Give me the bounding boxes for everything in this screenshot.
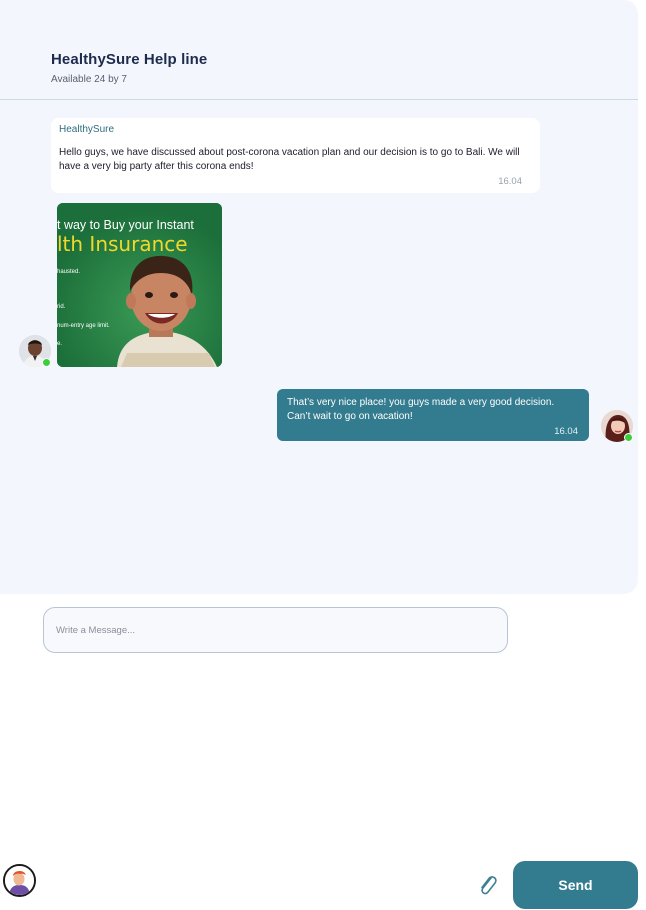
chat-page: HealthySure Help line Available 24 by 7 … (0, 0, 646, 910)
chat-panel: HealthySure Help line Available 24 by 7 … (0, 0, 638, 594)
message-sender: HealthySure (59, 124, 115, 135)
header-divider (0, 99, 638, 100)
message-input[interactable] (43, 607, 508, 653)
message-text: That’s very nice place! you guys made a … (287, 397, 555, 422)
chat-header: HealthySure Help line Available 24 by 7 (51, 51, 207, 85)
ad-bullet-4: e. (57, 341, 62, 347)
current-user-avatar[interactable] (3, 864, 36, 897)
message-time: 16.04 (498, 176, 522, 187)
chat-title: HealthySure Help line (51, 51, 208, 68)
incoming-message: HealthySure Hello guys, we have discusse… (51, 118, 540, 193)
paperclip-icon[interactable] (476, 873, 498, 897)
agent-online-indicator (42, 358, 51, 367)
send-button[interactable]: Send (513, 861, 638, 909)
message-time: 16.04 (554, 426, 578, 437)
ad-bullet-2: rid. (57, 304, 66, 310)
profile-icon (5, 866, 34, 895)
ad-bullet-1: hausted. (57, 269, 80, 275)
ad-headline-line1: t way to Buy your Instant (57, 218, 194, 232)
message-text: Hello guys, we have discussed about post… (59, 147, 520, 172)
ad-headline-line2: lth Insurance (57, 232, 188, 256)
insurance-ad-image: t way to Buy your Instant lth Insurance … (57, 203, 222, 367)
chat-subtitle: Available 24 by 7 (51, 74, 127, 85)
ad-bullet-3: num-entry age limit. (57, 323, 110, 329)
user-online-indicator (624, 433, 633, 442)
outgoing-message: That’s very nice place! you guys made a … (277, 389, 589, 441)
image-attachment[interactable]: t way to Buy your Instant lth Insurance … (57, 203, 222, 367)
